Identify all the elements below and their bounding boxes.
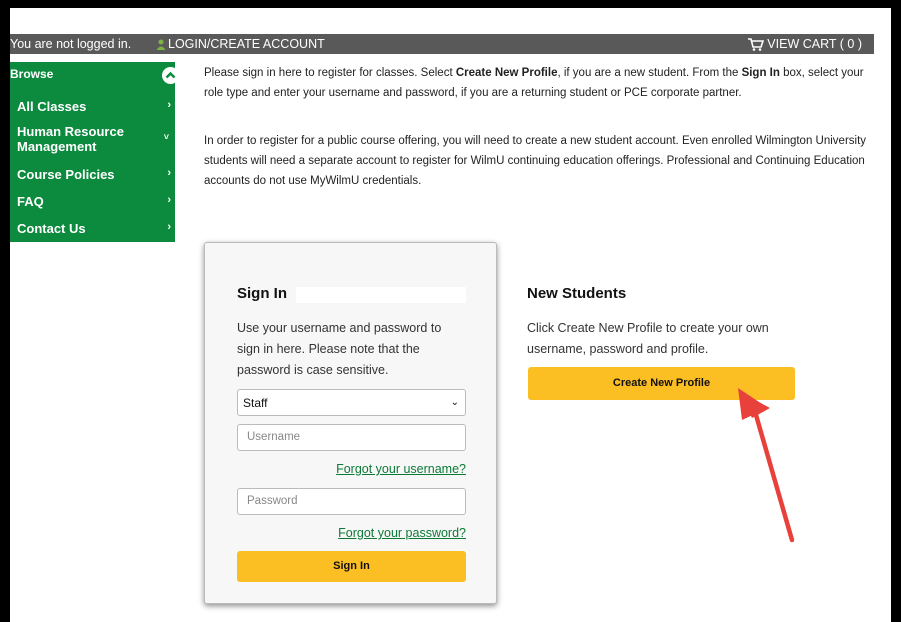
password-input[interactable]: Password	[237, 488, 466, 515]
intro-bold-signin: Sign In	[741, 67, 780, 79]
chevron-right-icon: ›	[167, 221, 171, 233]
sidebar-item-course-policies[interactable]: Course Policies ›	[17, 167, 171, 182]
sidebar-item-label: Course Policies	[17, 167, 115, 182]
login-status-text: You are not logged in.	[10, 37, 132, 51]
sidebar-item-label: Contact Us	[17, 221, 86, 236]
title-highlight	[296, 287, 466, 303]
annotation-arrow-icon	[738, 388, 795, 543]
sidebar-item-human-resource-management[interactable]: Human Resource Management ˅	[17, 124, 169, 154]
chevron-down-icon: ⌄	[450, 397, 459, 408]
sign-in-title: Sign In	[237, 285, 287, 302]
sidebar-item-contact-us[interactable]: Contact Us ›	[17, 221, 171, 236]
chevron-right-icon: ›	[167, 99, 171, 111]
person-icon	[156, 39, 166, 50]
chevron-right-icon: ›	[167, 167, 171, 179]
view-cart-link[interactable]: VIEW CART ( 0 )	[748, 37, 862, 51]
sign-in-button[interactable]: Sign In	[237, 551, 466, 582]
sign-in-card: Sign In Use your username and password t…	[204, 242, 497, 604]
cart-icon	[748, 37, 765, 51]
forgot-password-link[interactable]: Forgot your password?	[237, 526, 466, 540]
cart-label: VIEW CART ( 0 )	[767, 37, 862, 51]
login-create-account-link[interactable]: LOGIN/CREATE ACCOUNT	[156, 37, 325, 51]
chevron-down-icon: ˅	[163, 132, 169, 142]
intro-bold-create: Create New Profile	[455, 67, 558, 79]
intro-paragraph-1: Please sign in here to register for clas…	[204, 63, 874, 103]
sidebar-item-label: Human Resource Management	[17, 124, 124, 154]
sidebar-nav: Browse All Classes › Human Resource Mana…	[10, 62, 179, 242]
page-frame: You are not logged in. LOGIN/CREATE ACCO…	[10, 8, 891, 622]
intro-paragraph-2: In order to register for a public course…	[204, 135, 867, 187]
intro-text: , if you are a new student. From the	[557, 67, 742, 79]
top-bar: You are not logged in. LOGIN/CREATE ACCO…	[10, 34, 874, 54]
sidebar-item-faq[interactable]: FAQ ›	[17, 194, 171, 209]
username-input[interactable]: Username	[237, 424, 466, 451]
sidebar-item-label: FAQ	[17, 194, 44, 209]
role-select[interactable]: Staff ⌄	[237, 389, 466, 416]
chevron-right-icon: ›	[167, 194, 171, 206]
sidebar-item-all-classes[interactable]: All Classes ›	[17, 99, 171, 114]
new-students-description: Click Create New Profile to create your …	[527, 321, 769, 356]
intro-text: Please sign in here to register for clas…	[204, 67, 456, 79]
collapse-button[interactable]	[162, 67, 179, 84]
new-students-title: New Students	[527, 285, 627, 302]
chevron-up-icon	[165, 71, 176, 79]
sign-in-description: Use your username and password to sign i…	[237, 321, 442, 377]
sidebar-item-label: All Classes	[17, 99, 87, 114]
sidebar-heading: Browse	[10, 67, 54, 81]
login-label: LOGIN/CREATE ACCOUNT	[168, 37, 325, 51]
role-selected-value: Staff	[243, 396, 268, 410]
forgot-username-link[interactable]: Forgot your username?	[237, 462, 466, 476]
